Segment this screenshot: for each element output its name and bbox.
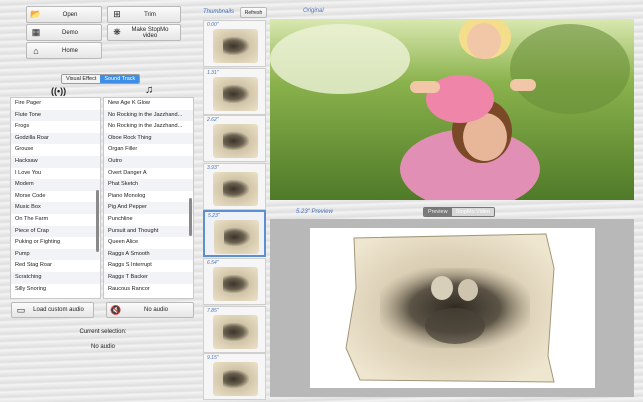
thumbnail-time-label: 5.23" [208, 213, 220, 220]
thumbnail-image [213, 362, 258, 397]
tab-visual-effect[interactable]: Visual Effect [62, 75, 101, 83]
music-item[interactable]: No Rocking in the Jazzhand... [104, 109, 193, 122]
music-item[interactable]: Punchline [104, 214, 193, 226]
thumbnail-time-label: 7.85" [207, 307, 219, 314]
music-item[interactable]: Pig And Pepper [104, 202, 193, 214]
film-reel-icon: ❋ [113, 27, 121, 37]
original-video [270, 15, 634, 209]
sound-effect-item[interactable]: Scratching [11, 271, 100, 284]
thumbnail-image [214, 220, 259, 255]
home-icon: ⌂ [33, 45, 39, 56]
make-stopmo-button[interactable]: ❋ Make StopMo video [107, 24, 181, 41]
thumbnail-time-label: 0.00" [207, 22, 219, 28]
thumbnail-time-label: 9.15" [207, 355, 219, 362]
thumbnail-frame[interactable]: 1.31" [203, 67, 266, 115]
music-scrollbar[interactable] [189, 198, 192, 236]
preview-panel [270, 219, 634, 397]
tab-preview[interactable]: Preview [424, 208, 452, 216]
mute-icon: 🔇 [110, 304, 122, 315]
thumbnail-frame[interactable]: 9.15" [203, 353, 266, 401]
thumbnail-frame[interactable]: 3.93" [203, 162, 266, 210]
refresh-button[interactable]: Refresh [240, 7, 267, 18]
music-item[interactable]: Raucous Rancor [104, 284, 193, 296]
sound-effect-item[interactable]: Music Box [11, 202, 100, 214]
music-item[interactable]: Overt Danger A [104, 168, 193, 180]
thumbnail-frame[interactable]: 0.00" [203, 20, 266, 67]
preview-tabs: Preview StopMo Video [423, 207, 496, 217]
home-button[interactable]: ⌂ Home [26, 42, 102, 59]
thumbnail-frame[interactable]: 6.54" [203, 258, 266, 305]
sound-effect-item[interactable]: Fire Pager [11, 98, 100, 110]
music-item[interactable]: New Age K Glow [104, 98, 193, 110]
sound-effect-item[interactable]: Godzilla Roar [11, 132, 100, 145]
thumbnail-time-label: 1.31" [207, 69, 219, 76]
current-selection-value: No audio [90, 344, 116, 350]
music-item[interactable]: Raggs A Smooth [104, 248, 193, 261]
folder-open-icon: 📂 [30, 9, 42, 19]
thumbnails-label: Thumbnails [203, 9, 235, 15]
thumbnail-image [213, 267, 258, 301]
film-icon: ▦ [31, 27, 41, 37]
sound-effect-item[interactable]: On The Farm [11, 214, 100, 226]
no-audio-button[interactable]: 🔇 No audio [106, 302, 194, 318]
hard-drive-icon: ▭ [16, 304, 26, 315]
original-label: Original [303, 8, 324, 14]
sound-effect-item[interactable]: Frogs [11, 121, 100, 133]
demo-button[interactable]: ▦ Demo [26, 24, 102, 41]
music-list[interactable]: New Age K Glow No Rocking in the Jazzhand… [103, 97, 194, 299]
thumbnail-time-label: 2.62" [207, 117, 219, 124]
thumbnail-image [213, 314, 258, 349]
sound-effect-item[interactable]: Hacksaw [11, 155, 100, 168]
music-item[interactable]: Raggs S Interrupt [104, 260, 193, 272]
music-item[interactable]: Piano Monolog [104, 191, 193, 203]
preview-canvas [310, 228, 595, 388]
thumbnail-image [213, 124, 258, 159]
effect-tabs: Visual Effect Sound Track [61, 74, 141, 84]
thumbnail-frame[interactable]: 5.23" [203, 210, 266, 258]
sound-effect-item[interactable]: Pump [11, 248, 100, 261]
sound-effects-icon: ((•)) [51, 86, 67, 96]
sound-effect-item[interactable]: Puking or Fighting [11, 237, 100, 249]
crop-icon: ⊞ [113, 9, 121, 19]
preview-label: 5.23" Preview [296, 209, 333, 215]
tab-sound-track[interactable]: Sound Track [100, 75, 140, 83]
tab-stopmo-video[interactable]: StopMo Video [451, 208, 495, 216]
thumbnail-time-label: 6.54" [207, 260, 219, 266]
music-item[interactable]: Phat Sketch [104, 179, 193, 191]
music-item[interactable]: Outro [104, 155, 193, 168]
thumbnail-time-label: 3.93" [207, 164, 219, 171]
sound-effects-scrollbar[interactable] [96, 190, 99, 252]
music-item[interactable]: No Rocking in the Jazzhand... [104, 121, 193, 133]
sound-effect-item[interactable]: Piece of Crap [11, 225, 100, 238]
sound-effect-item[interactable]: Grouse [11, 144, 100, 156]
trim-button[interactable]: ⊞ Trim [107, 6, 181, 23]
current-selection-label: Current selection: [79, 329, 127, 335]
music-item[interactable]: Pursuit and Thought [104, 225, 193, 238]
sound-effect-item[interactable]: Modem [11, 179, 100, 191]
thumbnail-image [213, 171, 258, 206]
thumbnail-image [213, 76, 258, 111]
thumbnail-image [213, 29, 258, 63]
music-item[interactable]: Raggs T Backer [104, 271, 193, 284]
thumbnail-frame[interactable]: 2.62" [203, 115, 266, 163]
sound-effect-item[interactable]: Silly Snoring [11, 284, 100, 296]
sound-effect-item[interactable]: Flute Tone [11, 109, 100, 122]
preview-image [345, 233, 555, 383]
load-custom-audio-button[interactable]: ▭ Load custom audio [11, 302, 94, 318]
sound-effect-item[interactable]: Morse Code [11, 191, 100, 203]
music-item[interactable]: Organ Filler [104, 144, 193, 156]
music-item[interactable]: Oboe Rock Thing [104, 132, 193, 145]
thumbnail-frame[interactable]: 7.85" [203, 305, 266, 353]
sound-effect-item[interactable]: I Love You [11, 168, 100, 180]
original-video-frame [270, 15, 634, 209]
open-button[interactable]: 📂 Open [26, 6, 102, 23]
music-note-icon: ♫ [145, 84, 154, 96]
music-item[interactable]: Queen Alice [104, 237, 193, 249]
sound-effects-list[interactable]: Fire Pager Flute Tone Frogs Godzilla Roar Gr… [10, 97, 101, 299]
sound-effect-item[interactable]: Red Stag Roar [11, 260, 100, 272]
